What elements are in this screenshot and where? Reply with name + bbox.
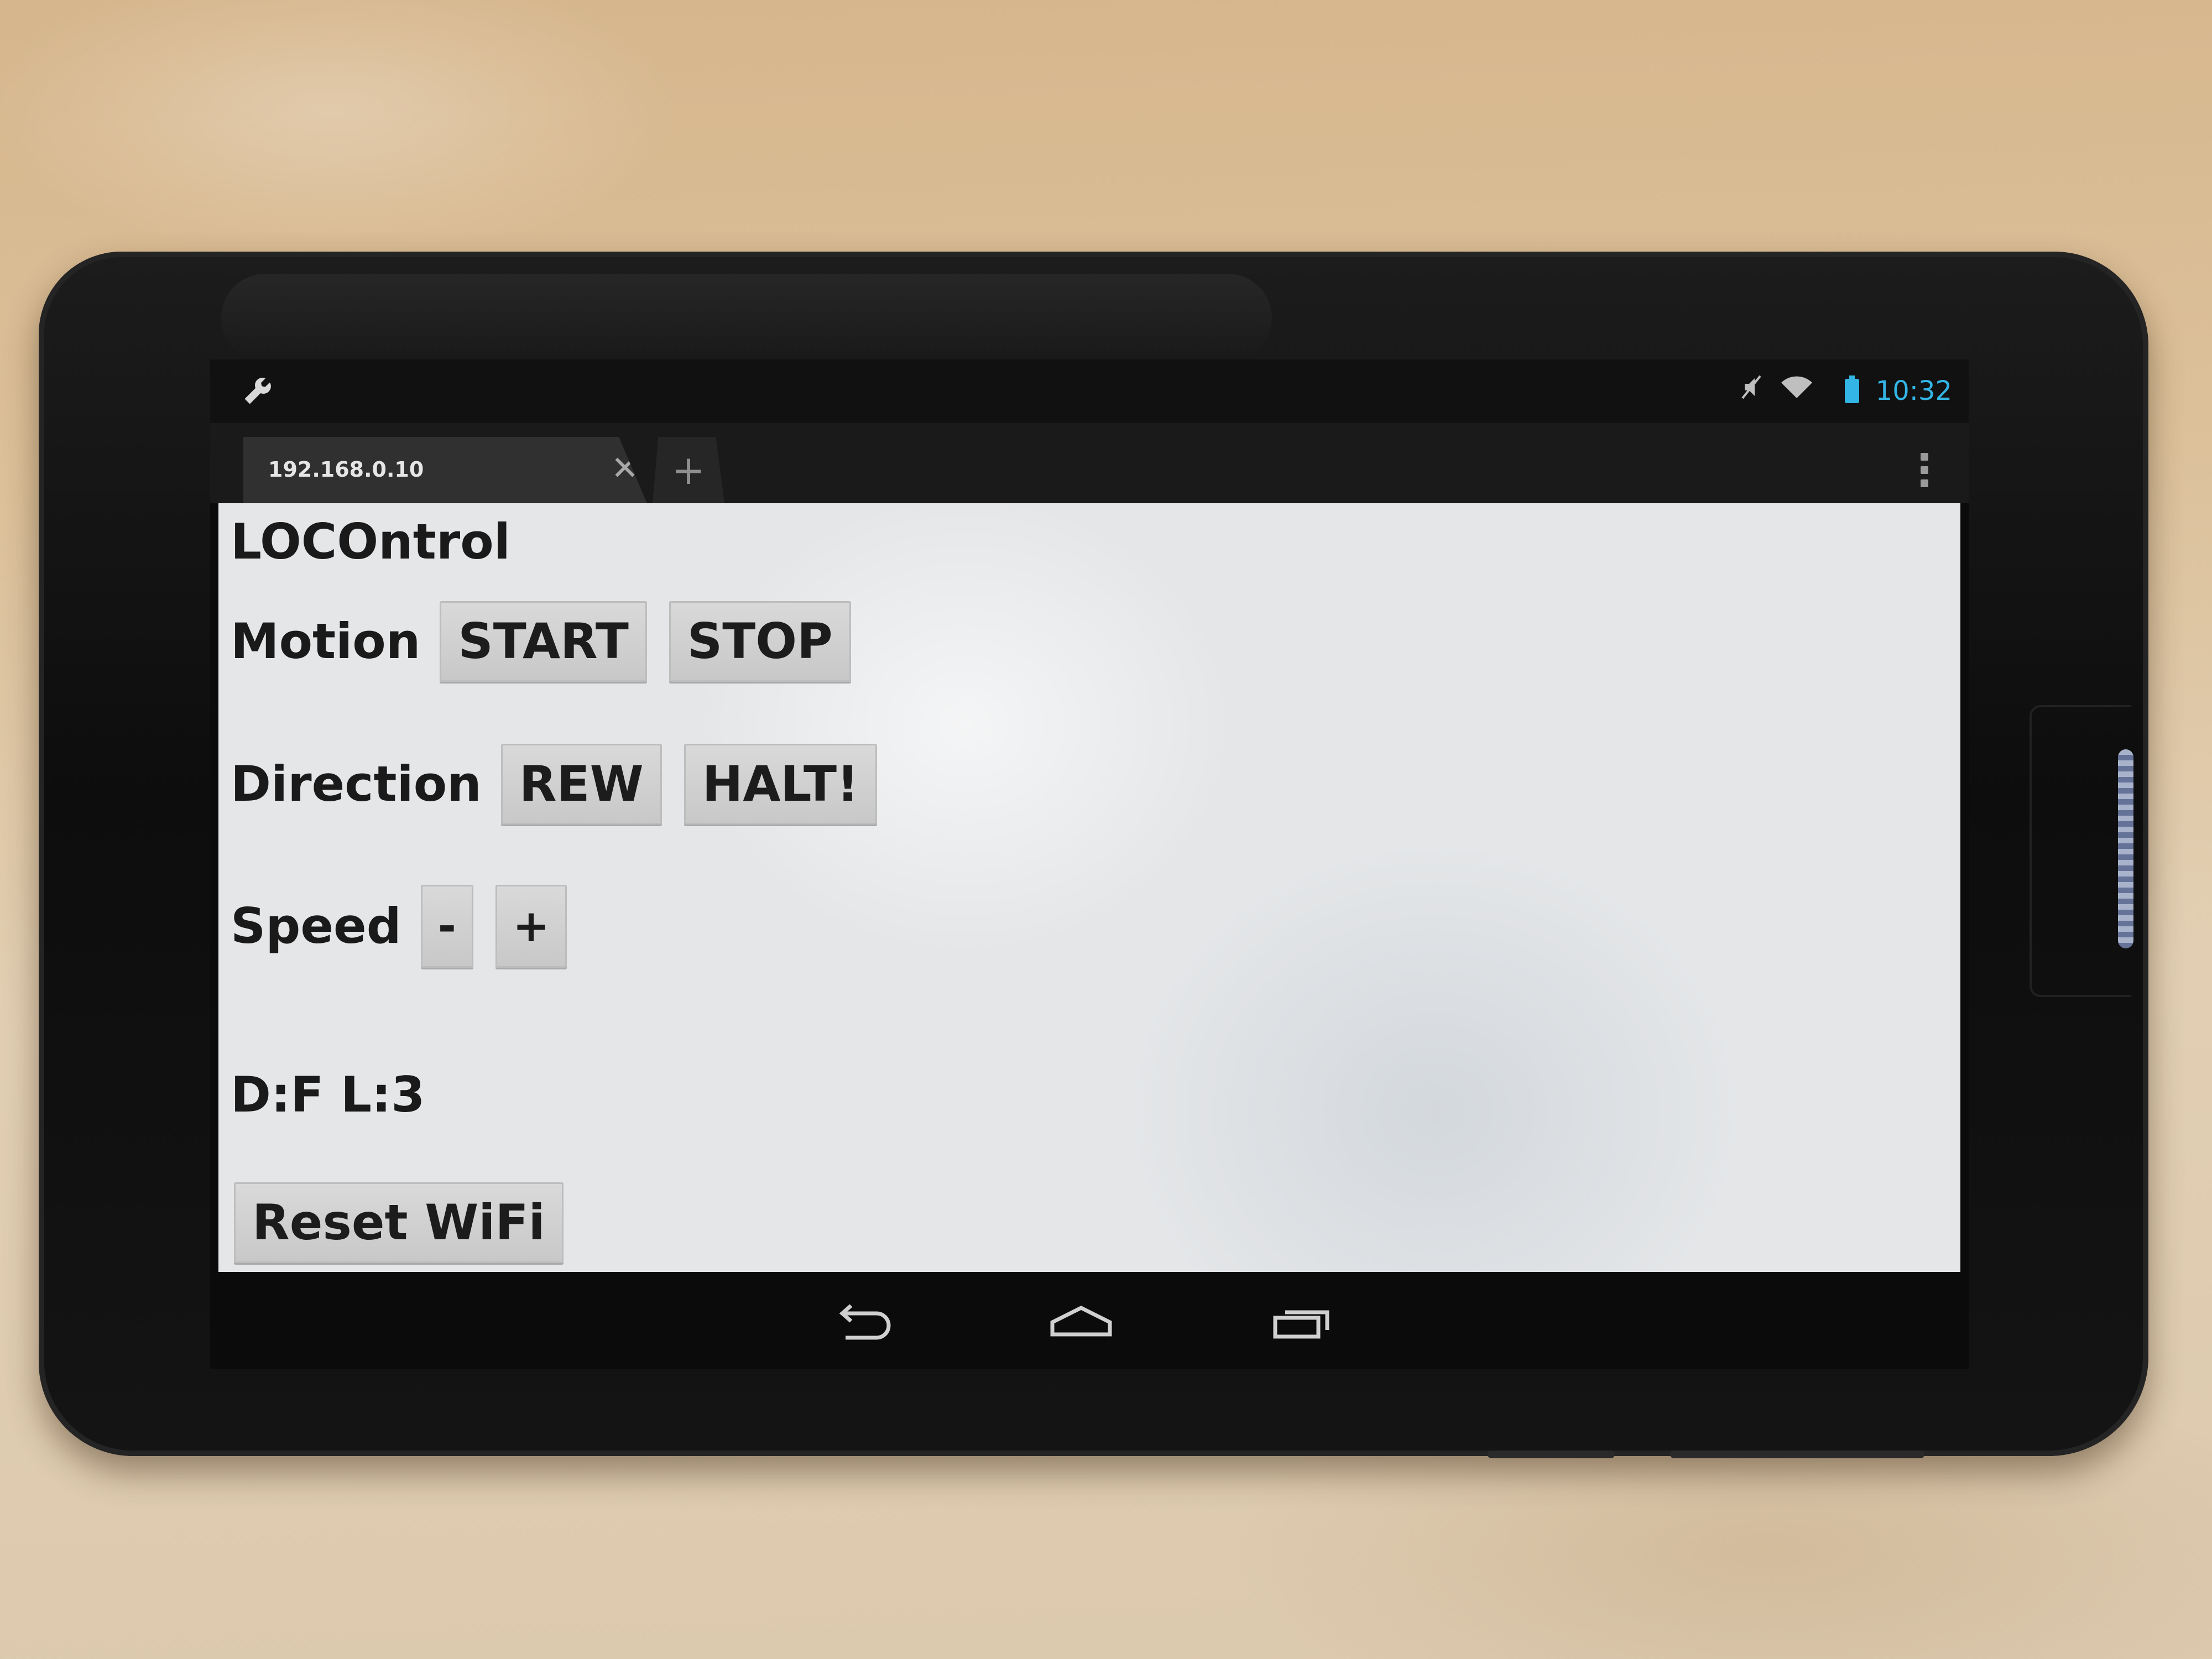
hardware-button bbox=[1670, 1451, 1924, 1458]
reset-row: Reset WiFi bbox=[234, 1182, 586, 1263]
hardware-button bbox=[1488, 1451, 1615, 1458]
direction-row: Direction REW HALT! bbox=[231, 743, 899, 826]
status-time: 10:32 bbox=[1875, 375, 1952, 406]
loco-status-text: D:F L:3 bbox=[231, 1066, 425, 1123]
battery-icon bbox=[1844, 375, 1859, 403]
browser-tab[interactable]: 192.168.0.10 ✕ bbox=[243, 437, 647, 503]
new-tab-button[interactable]: + bbox=[653, 437, 724, 503]
back-icon[interactable] bbox=[824, 1297, 901, 1347]
home-icon[interactable] bbox=[1042, 1297, 1120, 1347]
speed-plus-button[interactable]: + bbox=[495, 885, 567, 968]
rew-button[interactable]: REW bbox=[500, 744, 662, 825]
wrench-icon bbox=[241, 375, 274, 408]
halt-button[interactable]: HALT! bbox=[684, 744, 878, 825]
status-bar: 10:32 bbox=[210, 359, 1969, 423]
motion-row: Motion START STOP bbox=[231, 600, 873, 683]
reset-wifi-button[interactable]: Reset WiFi bbox=[234, 1182, 564, 1263]
speed-row: Speed - + bbox=[231, 885, 589, 968]
recent-apps-icon[interactable] bbox=[1264, 1297, 1341, 1347]
stop-button[interactable]: STOP bbox=[669, 601, 851, 682]
web-page: LOCOntrol Motion START STOP Direction RE… bbox=[218, 503, 1960, 1272]
page-title: LOCOntrol bbox=[231, 513, 510, 570]
tab-title: 192.168.0.10 bbox=[268, 457, 424, 482]
mute-icon bbox=[1740, 373, 1762, 409]
status-icons: 10:32 bbox=[1740, 372, 1952, 410]
wifi-icon bbox=[1779, 373, 1814, 409]
tablet-screen: 10:32 192.168.0.10 ✕ + LOCOntrol Motion … bbox=[210, 359, 1969, 1369]
side-clip bbox=[2030, 705, 2131, 997]
close-icon[interactable]: ✕ bbox=[606, 449, 644, 488]
speed-minus-button[interactable]: - bbox=[420, 885, 473, 968]
motion-label: Motion bbox=[231, 613, 421, 670]
speed-label: Speed bbox=[231, 898, 401, 954]
navigation-bar bbox=[210, 1272, 1969, 1369]
overflow-menu-icon[interactable] bbox=[1913, 440, 1936, 500]
side-port bbox=[2118, 749, 2133, 948]
direction-label: Direction bbox=[231, 755, 482, 812]
start-button[interactable]: START bbox=[440, 601, 647, 682]
bezel-reflection bbox=[221, 274, 1272, 362]
browser-tab-strip: 192.168.0.10 ✕ bbox=[210, 423, 1969, 503]
